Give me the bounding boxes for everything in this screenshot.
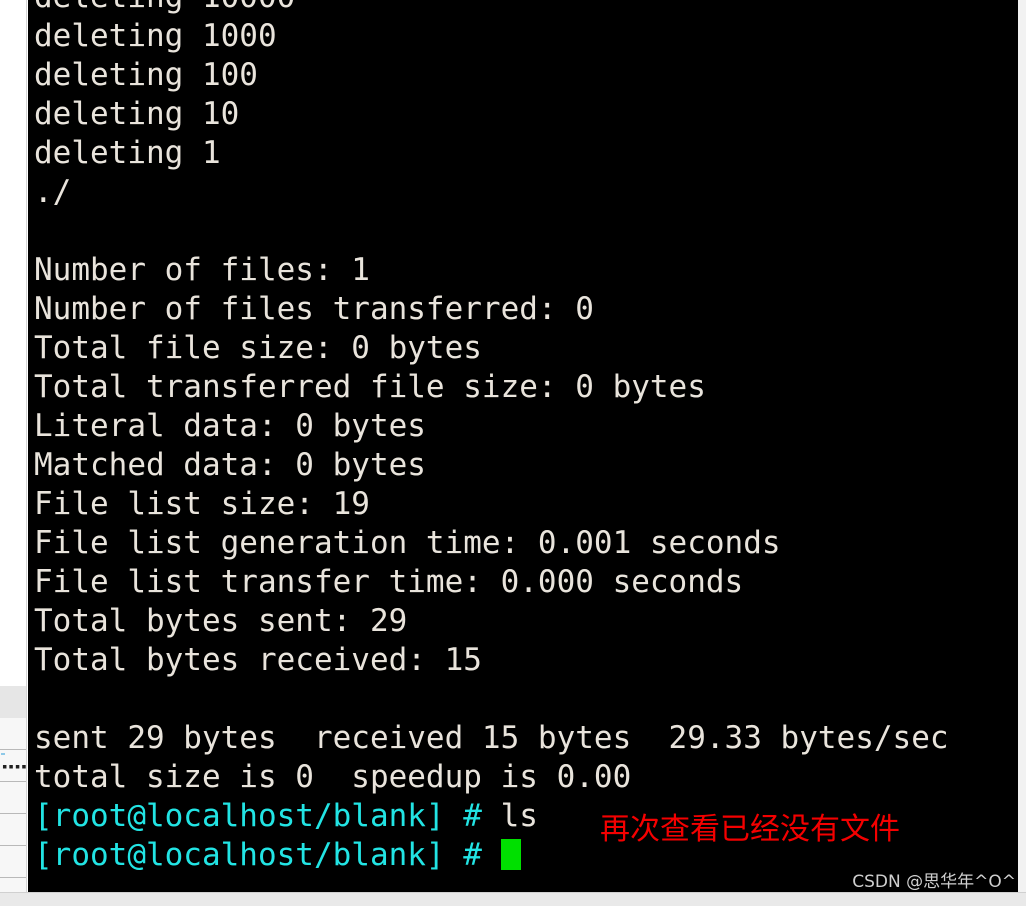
terminal-panel[interactable]: deleting 10000deleting 1000deleting 100d… <box>28 0 1018 892</box>
shell-command: ls <box>500 798 538 834</box>
terminal-output-line: deleting 10000 <box>28 0 1018 17</box>
sidebar-row[interactable] <box>0 814 26 846</box>
terminal-output-line: Total file size: 0 bytes <box>34 330 482 366</box>
terminal-output-line: File list generation time: 0.001 seconds <box>34 525 781 561</box>
sidebar-row[interactable]: ▪▪▪▪ <box>0 750 26 782</box>
csdn-watermark: CSDN @思华年^O^ <box>852 872 1016 892</box>
terminal-cursor <box>500 839 521 870</box>
terminal-output-line: Number of files: 1 <box>34 252 370 288</box>
editor-gutter-sidebar[interactable]: ▪▪▪▪ <box>0 0 27 892</box>
shell-prompt: [root@localhost/blank] # <box>34 798 501 834</box>
terminal-output-line: sent 29 bytes received 15 bytes 29.33 by… <box>34 720 949 756</box>
terminal-output-line: Total transferred file size: 0 bytes <box>34 369 706 405</box>
red-annotation-text: 再次查看已经没有文件 <box>600 812 900 847</box>
terminal-output-line: Total bytes received: 15 <box>34 642 482 678</box>
terminal-output-line: ./ <box>34 174 72 210</box>
sidebar-row[interactable] <box>0 782 26 814</box>
shell-prompt: [root@localhost/blank] # <box>34 837 501 873</box>
sidebar-row[interactable] <box>0 686 26 718</box>
sidebar-dots-icon: ▪▪▪▪ <box>2 762 27 772</box>
sidebar-row-list[interactable]: ▪▪▪▪ <box>0 686 26 892</box>
sidebar-row[interactable] <box>0 718 26 750</box>
screen-root: ▪▪▪▪ deleting 10000deleting 1000deleting… <box>0 0 1026 906</box>
sidebar-row[interactable] <box>0 846 26 878</box>
terminal-output-line: deleting 1000 <box>34 18 277 54</box>
terminal-output-line: File list transfer time: 0.000 seconds <box>34 564 744 600</box>
terminal-output-line: Number of files transferred: 0 <box>34 291 594 327</box>
bottom-status-bar <box>0 892 1026 906</box>
terminal-output-line: Matched data: 0 bytes <box>34 447 426 483</box>
right-edge-strip <box>1018 0 1026 892</box>
terminal-output-line: Total bytes sent: 29 <box>34 603 408 639</box>
sidebar-blank-area <box>0 0 26 686</box>
terminal-output-line: deleting 100 <box>34 57 258 93</box>
sidebar-row[interactable] <box>0 878 26 892</box>
terminal-output-line: total size is 0 speedup is 0.00 <box>34 759 632 795</box>
terminal-output-line: deleting 1 <box>34 135 221 171</box>
terminal-output-line: deleting 10 <box>34 96 240 132</box>
terminal-output-line: Literal data: 0 bytes <box>34 408 426 444</box>
terminal-output: deleting 10000deleting 1000deleting 100d… <box>28 0 1018 875</box>
terminal-output-line: File list size: 19 <box>34 486 370 522</box>
sidebar-tick-icon <box>1 753 5 755</box>
